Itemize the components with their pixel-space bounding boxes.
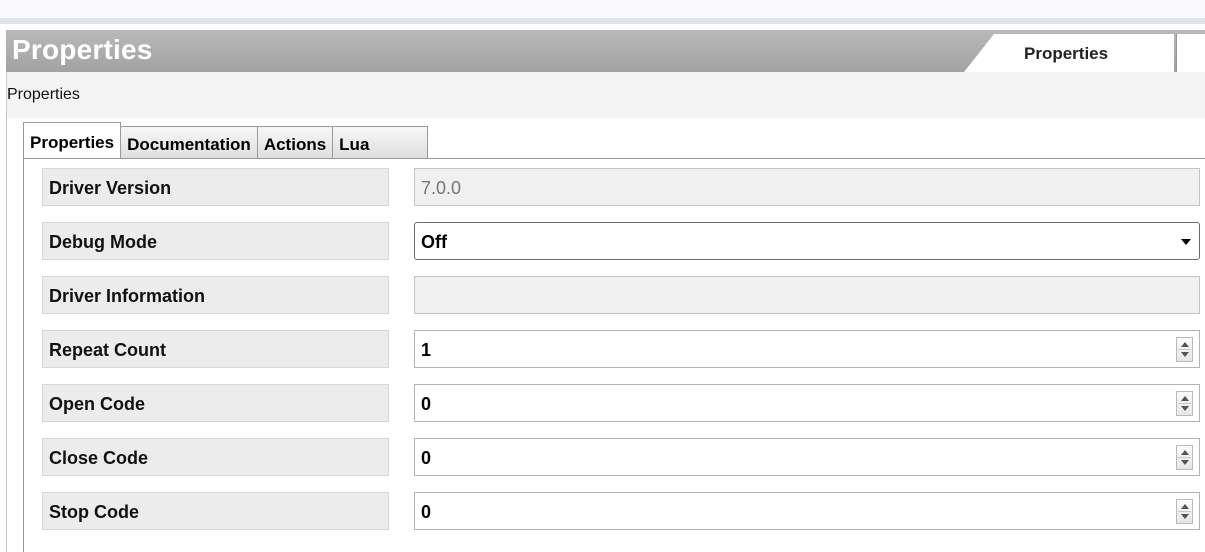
property-label-box: Debug Mode [42,222,389,260]
repeat-count-value: 1 [421,340,432,360]
repeat-count-stepper[interactable]: 1 [414,330,1200,368]
property-label: Driver Version [49,178,172,198]
tab-documentation[interactable]: Documentation [120,126,258,159]
property-row-stop-code: Stop Code 0 [24,492,1205,530]
properties-content: Driver Version 7.0.0 Debug Mode Off Driv… [23,159,1205,552]
spin-up-down-icon[interactable] [1176,499,1193,524]
property-label-box: Stop Code [42,492,389,530]
property-row-open-code: Open Code 0 [24,384,1205,422]
property-label-box: Driver Information [42,276,389,314]
properties-header: Properties Properties [6,30,1205,72]
property-row-close-code: Close Code 0 [24,438,1205,476]
property-row-repeat-count: Repeat Count 1 [24,330,1205,368]
tab-actions[interactable]: Actions [256,126,334,159]
property-label-box: Driver Version [42,168,389,206]
header-title: Properties [12,34,153,65]
property-label: Debug Mode [49,232,157,252]
spin-up-down-icon[interactable] [1176,445,1193,470]
tab-lua[interactable]: Lua [332,126,429,159]
panel-subtitle: Properties [7,86,80,103]
spin-up-icon[interactable] [1181,342,1189,347]
spin-down-icon[interactable] [1181,406,1189,411]
property-label: Close Code [49,448,149,468]
driver-information-field [414,276,1200,314]
header-tab-label: Properties [1024,44,1109,63]
debug-mode-dropdown[interactable]: Off [414,222,1200,260]
property-label: Stop Code [49,502,139,522]
driver-version-value: 7.0.0 [421,178,462,198]
property-label-box: Open Code [42,384,389,422]
properties-panel: Properties Properties Documentation Acti… [6,72,1205,552]
spin-up-icon[interactable] [1181,450,1189,455]
open-code-stepper[interactable]: 0 [414,384,1200,422]
stop-code-stepper[interactable]: 0 [414,492,1200,530]
spin-up-icon[interactable] [1181,396,1189,401]
property-row-driver-information: Driver Information [24,276,1205,314]
header-tab-properties[interactable]: Properties [964,34,1174,72]
driver-version-field: 7.0.0 [414,168,1200,206]
spin-down-icon[interactable] [1181,352,1189,357]
spin-down-icon[interactable] [1181,514,1189,519]
chevron-down-icon[interactable] [1181,239,1191,245]
subtitle-row: Properties [7,72,1205,118]
spin-up-down-icon[interactable] [1176,391,1193,416]
stop-code-value: 0 [421,502,432,522]
property-label: Driver Information [49,286,206,306]
header-tab-next[interactable] [1176,34,1205,72]
property-label: Repeat Count [49,340,166,360]
property-label-box: Repeat Count [42,330,389,368]
property-label-box: Close Code [42,438,389,476]
tab-bar: Properties Documentation Actions Lua [23,122,429,159]
debug-mode-value: Off [421,232,447,252]
property-row-driver-version: Driver Version 7.0.0 [24,168,1205,206]
spin-down-icon[interactable] [1181,460,1189,465]
spin-up-down-icon[interactable] [1176,337,1193,362]
window-top-bar [0,0,1205,24]
property-label: Open Code [49,394,146,414]
open-code-value: 0 [421,394,432,414]
tab-properties[interactable]: Properties [23,122,122,158]
spin-up-icon[interactable] [1181,504,1189,509]
property-row-debug-mode: Debug Mode Off [24,222,1205,260]
close-code-stepper[interactable]: 0 [414,438,1200,476]
close-code-value: 0 [421,448,432,468]
